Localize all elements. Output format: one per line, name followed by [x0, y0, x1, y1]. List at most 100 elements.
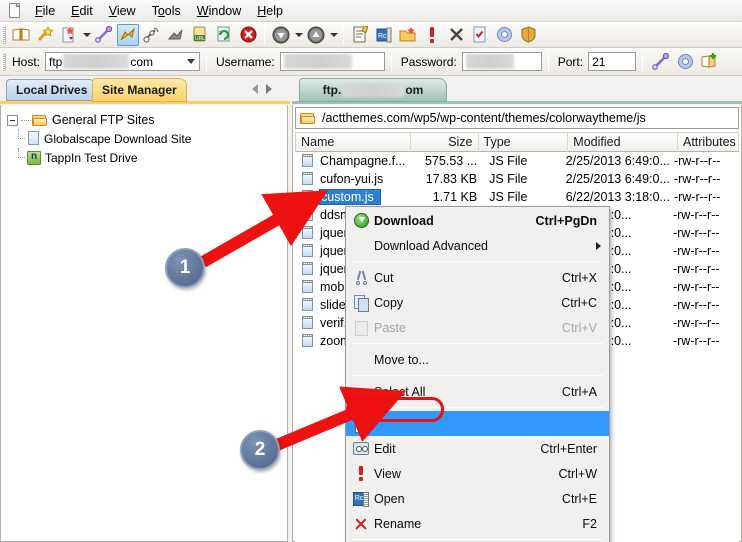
connectbar-separator-1 — [206, 51, 208, 72]
remote-path-bar[interactable]: /actthemes.com/wp5/wp-content/themes/col… — [295, 107, 739, 129]
context-menu-item-cut-key: Ctrl+X — [561, 270, 597, 285]
host-label: Host: — [12, 54, 41, 69]
refresh-icon[interactable] — [213, 24, 235, 46]
rename-icon-menu — [348, 488, 374, 510]
file-type: JS File — [489, 154, 528, 168]
no-icon-spacer — [348, 235, 374, 257]
host-dropdown-arrow-icon[interactable] — [183, 54, 199, 69]
next-tab-arrow-icon[interactable] — [266, 84, 272, 94]
paste-icon — [348, 317, 374, 339]
context-menu-item-open[interactable]: View Ctrl+W — [346, 461, 609, 486]
new-document-dropdown-icon[interactable] — [81, 24, 92, 46]
menu-view[interactable]: View — [101, 2, 144, 20]
port-label: Port: — [557, 54, 584, 69]
new-folder-icon[interactable] — [397, 24, 419, 46]
context-menu-item-copy[interactable]: Copy Ctrl+C — [346, 290, 609, 315]
username-input[interactable] — [279, 52, 385, 71]
toolbar-grip[interactable] — [2, 25, 6, 44]
open-book-icon[interactable] — [10, 24, 32, 46]
tab-remote-redacted — [342, 83, 405, 97]
tree-item-tappin-test-drive[interactable]: TappIn Test Drive — [13, 148, 287, 167]
password-input[interactable] — [461, 52, 542, 71]
new-site-icon[interactable] — [698, 51, 720, 73]
new-document-icon[interactable] — [58, 24, 80, 46]
tab-scroll-nav — [252, 84, 272, 94]
file-attributes: -rw-r--r-- — [672, 334, 720, 348]
connect-plug-icon[interactable] — [93, 24, 115, 46]
upload-dropdown-icon[interactable] — [328, 24, 339, 46]
connectbar-grip[interactable] — [2, 52, 6, 71]
context-menu-item-download-advanced-label: Download Advanced — [374, 238, 488, 253]
context-menu-item-edit[interactable] — [346, 411, 609, 436]
edit-icon[interactable] — [349, 24, 371, 46]
file-name: custom.js — [319, 189, 381, 205]
context-menu-item-select-all[interactable]: Select All Ctrl+A — [346, 379, 609, 404]
js-file-icon — [301, 316, 315, 330]
column-header-modified[interactable]: Modified — [568, 132, 678, 152]
connectbar-separator-3 — [547, 51, 549, 72]
js-file-icon — [301, 172, 315, 186]
context-menu-item-rename[interactable]: Open Ctrl+E — [346, 486, 609, 511]
disconnect-icon[interactable] — [165, 24, 187, 46]
column-header-size[interactable]: Size — [411, 132, 479, 152]
column-header-type[interactable]: Type — [479, 132, 569, 152]
tab-remote-session[interactable]: ftp. om — [299, 78, 447, 102]
host-input[interactable]: ftp com — [45, 52, 201, 71]
properties-icon[interactable] — [469, 24, 491, 46]
file-modified: 6/22/2013 3:18:0... — [565, 190, 670, 204]
file-attributes: -rw-r--r-- — [672, 316, 720, 330]
context-menu-item-paste-label: Paste — [374, 320, 406, 335]
rename-icon[interactable]: Rc — [373, 24, 395, 46]
reconnect-icon[interactable] — [141, 24, 163, 46]
menu-window[interactable]: Window — [189, 2, 249, 20]
download-icon[interactable] — [270, 24, 292, 46]
table-row[interactable]: cufon-yui.js 17.83 KB JS File 2/25/2013 … — [295, 170, 739, 188]
column-header-name[interactable]: Name — [296, 132, 411, 152]
upload-icon[interactable] — [305, 24, 327, 46]
settings-icon[interactable] — [493, 24, 515, 46]
wand-icon[interactable] — [34, 24, 56, 46]
context-menu-item-delete-label: Rename — [374, 516, 422, 531]
table-row-selected[interactable]: custom.js 1.71 KB JS File 6/22/2013 3:18… — [295, 188, 739, 206]
quick-connect-icon[interactable] — [117, 23, 139, 46]
open-exclam-icon-menu — [348, 463, 374, 485]
menu-edit[interactable]: Edit — [63, 2, 101, 20]
context-menu-item-view[interactable]: Edit Ctrl+Enter — [346, 436, 609, 461]
settings-icon-2[interactable] — [674, 51, 696, 73]
tree-node-general-ftp-sites[interactable]: General FTP Sites — [7, 111, 287, 129]
delete-icon[interactable] — [445, 24, 467, 46]
js-file-icon — [301, 226, 315, 240]
column-header-attributes[interactable]: Attributes — [678, 132, 738, 152]
context-menu-item-select-all-label: Select All — [374, 384, 426, 399]
file-size: 17.83 KB — [425, 172, 478, 186]
url-clipboard-icon[interactable]: URL — [189, 24, 211, 46]
main-toolbar: URL Rc — [0, 22, 742, 48]
prev-tab-arrow-icon[interactable] — [252, 84, 258, 94]
annotation-badge-2-label: 2 — [254, 439, 266, 460]
tab-local-drives-label: Local Drives — [16, 83, 88, 97]
site-tree: General FTP Sites Globalscape Download S… — [1, 105, 287, 167]
port-input[interactable]: 21 — [588, 52, 637, 71]
download-dropdown-icon[interactable] — [293, 24, 304, 46]
context-menu-item-delete[interactable]: Rename F2 — [346, 511, 609, 536]
open-exclam-icon[interactable] — [421, 24, 443, 46]
security-shield-icon[interactable] — [517, 24, 539, 46]
table-row[interactable]: Champagne.f... 575.53 ... JS File 2/25/2… — [295, 152, 739, 170]
context-menu-item-cut[interactable]: Cut Ctrl+X — [346, 265, 609, 290]
stop-icon[interactable] — [237, 24, 259, 46]
file-attributes: -rw-r--r-- — [672, 280, 720, 294]
context-menu-item-download[interactable]: Download Ctrl+PgDn — [346, 208, 609, 233]
js-file-icon — [301, 208, 315, 222]
tab-remote-suffix: om — [405, 83, 424, 97]
context-menu-item-move-to[interactable]: Move to... — [346, 347, 609, 372]
tab-local-drives[interactable]: Local Drives — [6, 79, 98, 101]
tree-item-globalscape-download-site[interactable]: Globalscape Download Site — [13, 129, 287, 148]
connect-plug-icon-2[interactable] — [650, 51, 672, 73]
collapse-icon[interactable] — [7, 114, 18, 126]
tab-site-manager[interactable]: Site Manager — [92, 78, 187, 102]
menu-file[interactable]: File — [27, 2, 63, 20]
username-label: Username: — [216, 54, 275, 69]
menu-tools[interactable]: Tools — [144, 2, 189, 20]
menu-help[interactable]: Help — [249, 2, 291, 20]
context-menu-item-download-advanced[interactable]: Download Advanced — [346, 233, 609, 258]
